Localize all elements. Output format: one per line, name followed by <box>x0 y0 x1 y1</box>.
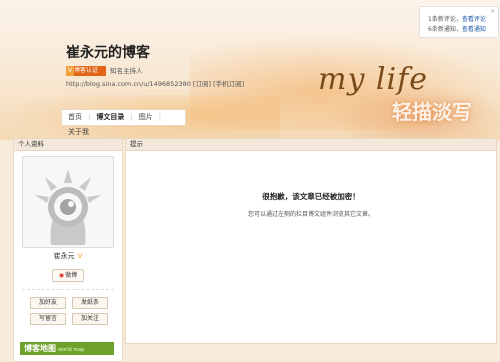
nav-separator: | <box>158 113 162 121</box>
notification-popup: × 1条新评论，查看评论 6条新通知，查看通知 <box>419 6 499 38</box>
weibo-button-label: 微博 <box>65 272 78 279</box>
username-text[interactable]: 崔永元 <box>54 252 75 260</box>
comment-notice: 1条新评论，查看评论 <box>428 14 486 23</box>
follow-button[interactable]: 加关注 <box>72 313 108 325</box>
divider <box>22 289 114 290</box>
verified-badge[interactable]: V 博客认证 <box>66 66 106 76</box>
blog-url-subscribe[interactable]: http://blog.sina.com.cn/u/1496852380 [订阅… <box>66 78 244 88</box>
view-comments-link[interactable]: 查看评论 <box>462 16 486 23</box>
send-note-button[interactable]: 发纸条 <box>72 297 108 309</box>
blog-map-banner[interactable]: 博客地图 world map <box>20 342 114 355</box>
verified-icon: V <box>66 66 74 76</box>
profile-panel: 个人资料 崔永元 V ◉微博 加好友 发纸条 写留言 加关注 博客地图 world … <box>13 138 123 362</box>
blog-nav: 首页 | 博文目录 | 图片 | 关于我 <box>61 109 186 136</box>
nav-item-images[interactable]: 图片 <box>133 110 159 125</box>
notice-panel: 提示 很抱歉，该文章已经被加密！ 您可以通过左侧的栏目博文组件浏览其它文章。 <box>125 138 497 344</box>
blog-map-subtitle: world map <box>58 347 85 353</box>
weibo-icon: ◉ <box>58 272 65 279</box>
system-notice-text: 6条新通知， <box>428 26 462 33</box>
blog-header: 崔永元的博客 V 博客认证 知名主持人 http://blog.sina.com.… <box>0 0 500 140</box>
header-slogan-english: my life <box>318 62 428 97</box>
leave-message-button[interactable]: 写留言 <box>30 313 66 325</box>
add-friend-button[interactable]: 加好友 <box>30 297 66 309</box>
header-slogan-chinese: 轻描淡写 <box>392 100 472 124</box>
weibo-button[interactable]: ◉微博 <box>52 269 84 282</box>
close-icon[interactable]: × <box>490 8 495 15</box>
sina-eye-logo-icon <box>35 169 101 245</box>
profile-username: 崔永元 V <box>14 251 122 261</box>
nav-item-home[interactable]: 首页 <box>62 110 88 125</box>
system-notice: 6条新通知，查看通知 <box>428 24 486 33</box>
vip-verified-icon: V <box>77 252 83 260</box>
avatar[interactable] <box>22 156 114 248</box>
verified-badge-label: 博客认证 <box>74 67 99 74</box>
view-notifications-link[interactable]: 查看通知 <box>462 26 486 33</box>
nav-item-article-list[interactable]: 博文目录 <box>90 110 130 125</box>
blogger-role: 知名主持人 <box>110 67 143 75</box>
comment-notice-text: 1条新评论， <box>428 16 462 23</box>
notice-panel-title: 提示 <box>126 139 496 151</box>
profile-panel-title: 个人资料 <box>14 139 122 151</box>
encrypted-message-title: 很抱歉，该文章已经被加密！ <box>262 192 360 201</box>
blog-map-title: 博客地图 <box>24 344 56 353</box>
blog-title[interactable]: 崔永元的博客 <box>66 42 150 62</box>
encrypted-message-body: 您可以通过左侧的栏目博文组件浏览其它文章。 <box>247 211 374 218</box>
